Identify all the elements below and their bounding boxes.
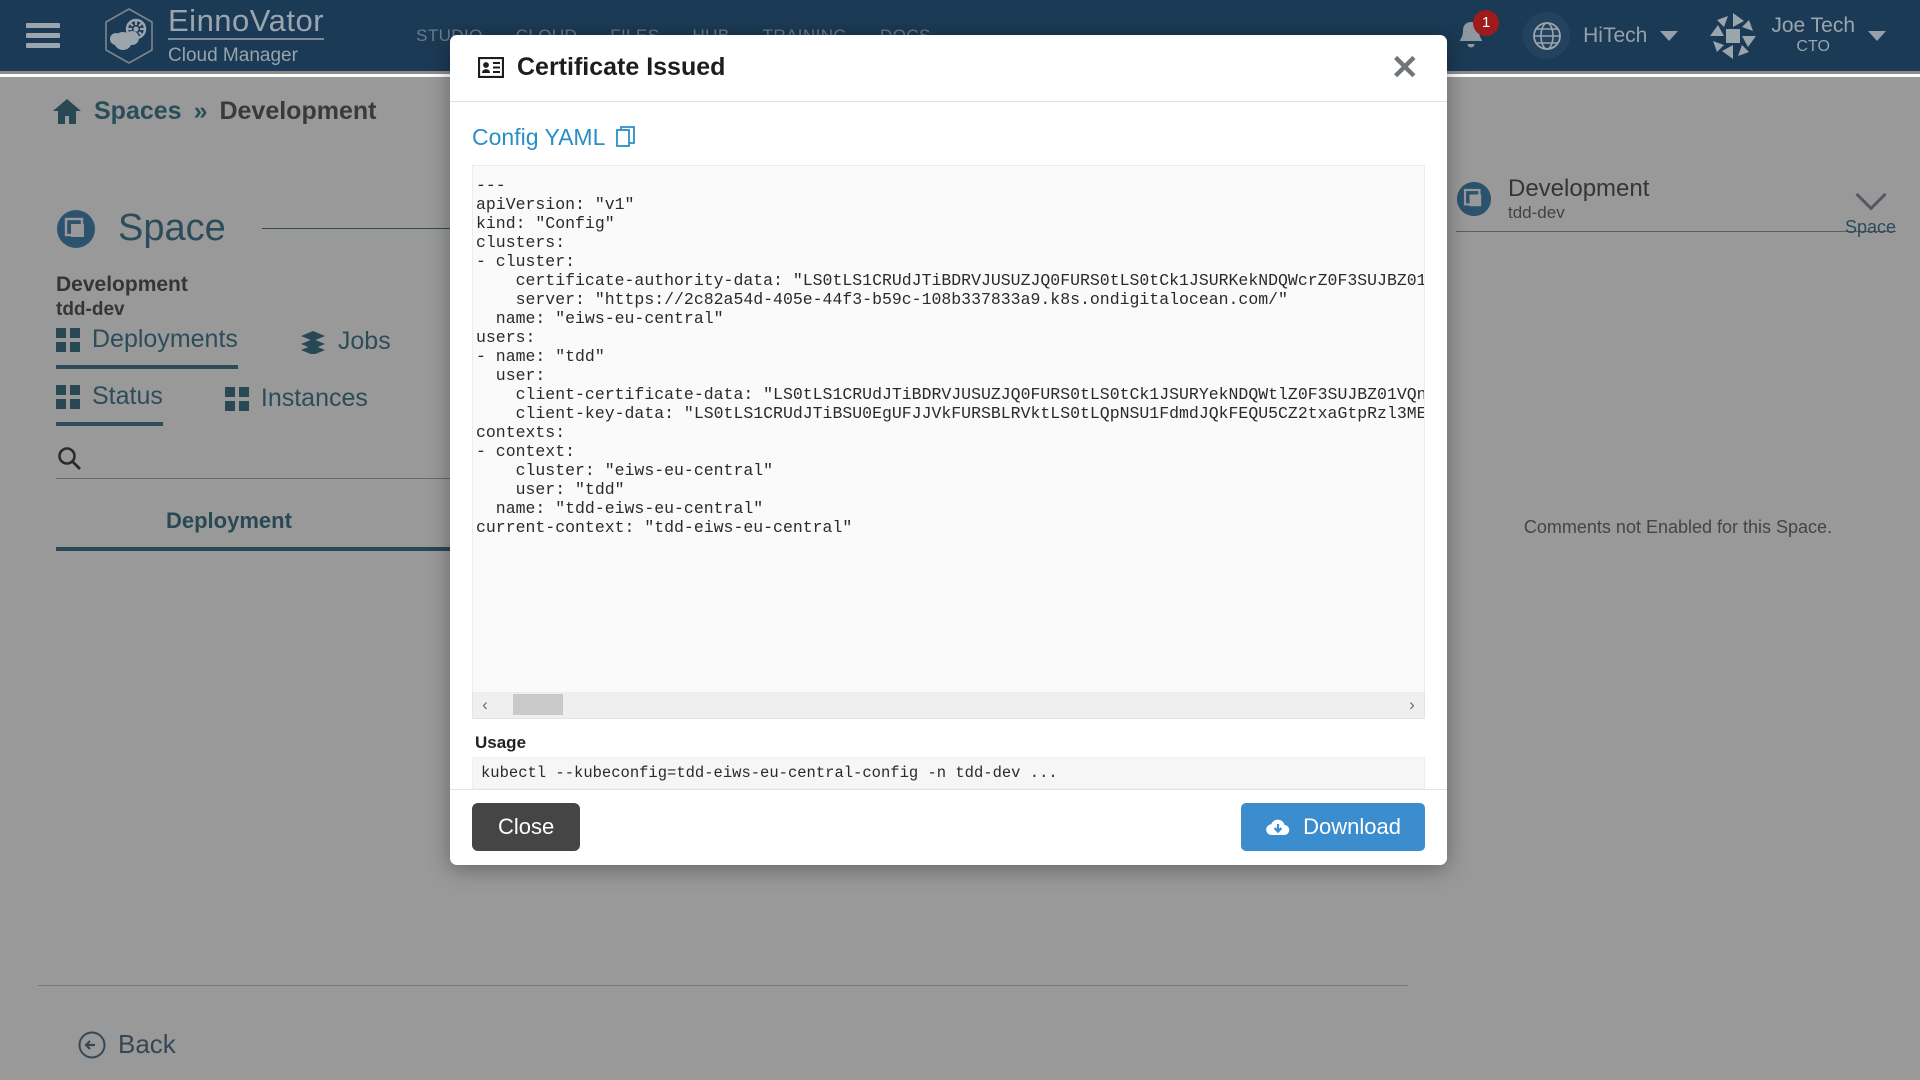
nav-right-group: 1 HiTech Joe Tech CTO <box>1449 9 1920 61</box>
globe-icon <box>1523 12 1571 59</box>
user-role: CTO <box>1796 38 1830 56</box>
close-icon[interactable]: ✕ <box>1391 51 1420 85</box>
modal-title: Certificate Issued <box>517 53 726 82</box>
user-menu[interactable]: Joe Tech CTO <box>1708 11 1886 61</box>
certificate-issued-modal: Certificate Issued ✕ Config YAML --- api… <box>450 35 1447 865</box>
config-yaml-text: --- apiVersion: "v1" kind: "Config" clus… <box>476 175 1425 537</box>
chevron-right-icon[interactable]: › <box>1400 695 1424 715</box>
id-card-icon <box>478 57 504 79</box>
config-yaml-label-row[interactable]: Config YAML <box>472 124 1425 151</box>
modal-title-group: Certificate Issued <box>478 53 725 82</box>
chevron-left-icon[interactable]: ‹ <box>473 695 497 715</box>
usage-command: kubectl --kubeconfig=tdd-eiws-eu-central… <box>472 756 1425 789</box>
config-yaml-horizontal-scrollbar[interactable]: ‹ › <box>472 692 1425 719</box>
modal-header: Certificate Issued ✕ <box>450 35 1447 102</box>
chevron-down-icon <box>1660 30 1679 41</box>
notification-badge: 1 <box>1473 9 1500 36</box>
scrollbar-thumb[interactable] <box>513 694 563 716</box>
brand-subtitle: Cloud Manager <box>168 44 298 66</box>
brand-logo[interactable]: EinnoVator Cloud Manager <box>98 2 325 67</box>
scrollbar-track[interactable] <box>497 692 1400 718</box>
org-switcher[interactable]: HiTech <box>1523 12 1679 59</box>
modal-footer: Close Download <box>450 788 1447 865</box>
download-button-label: Download <box>1303 814 1401 840</box>
user-name: Joe Tech <box>1771 14 1855 38</box>
config-yaml-viewer[interactable]: --- apiVersion: "v1" kind: "Config" clus… <box>472 164 1425 693</box>
app-root: EinnoVator Cloud Manager STUDIO CLOUD FI… <box>0 0 1920 1080</box>
copy-icon <box>616 126 636 148</box>
download-button[interactable]: Download <box>1241 803 1425 852</box>
cloud-download-icon <box>1266 819 1290 836</box>
config-yaml-label: Config YAML <box>472 123 606 150</box>
close-button[interactable]: Close <box>472 803 581 852</box>
brand-name: EinnoVator <box>168 2 325 40</box>
notifications-button[interactable]: 1 <box>1449 9 1500 58</box>
modal-body: Config YAML --- apiVersion: "v1" kind: "… <box>450 102 1447 789</box>
user-chevron-down-icon <box>1868 30 1886 41</box>
org-name: HiTech <box>1583 23 1648 47</box>
avatar <box>1708 11 1758 61</box>
cloud-helm-logo-icon <box>98 5 160 67</box>
usage-label: Usage <box>475 732 527 752</box>
hamburger-menu-icon[interactable] <box>26 18 60 53</box>
